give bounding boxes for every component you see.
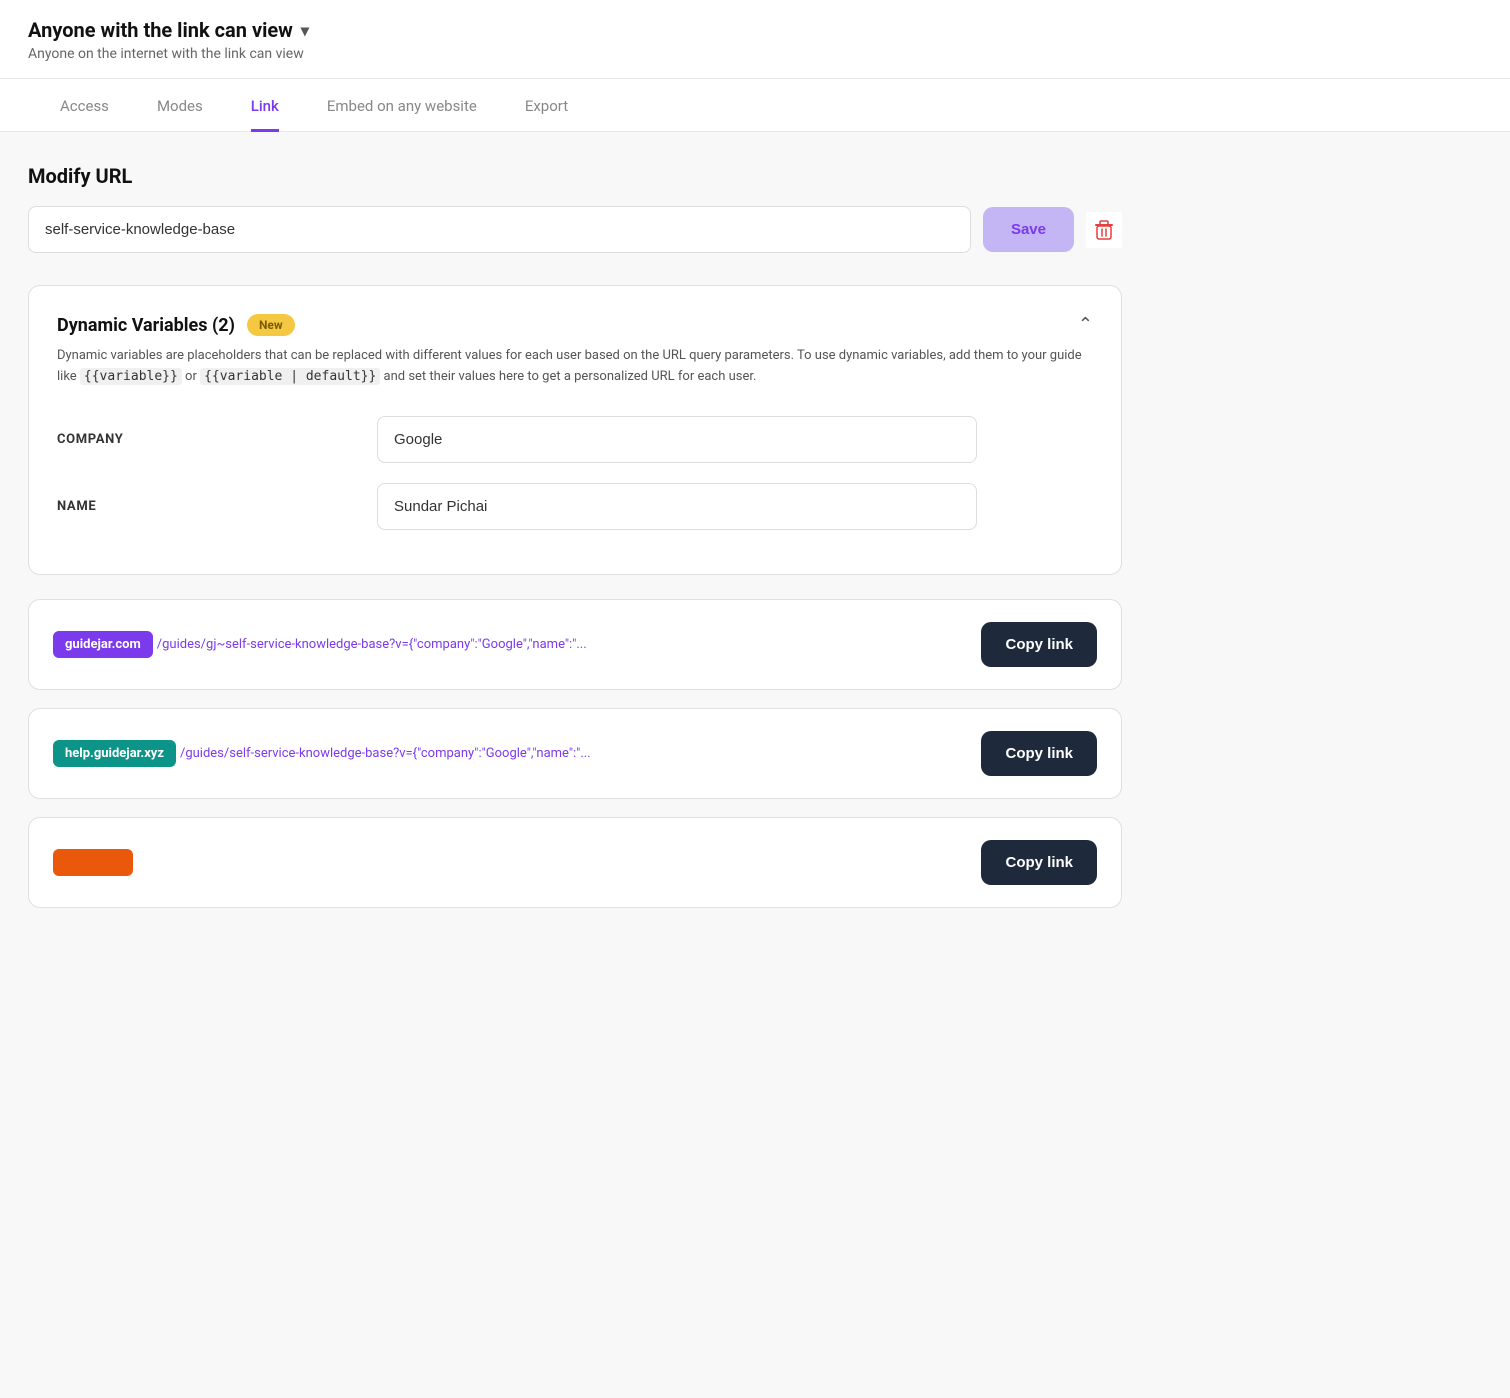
access-subtitle: Anyone on the internet with the link can… [28,46,1482,62]
variable-input-name[interactable] [377,483,977,530]
link-path-guidejar: /guides/gj~self-service-knowledge-base?v… [157,637,587,652]
tab-access[interactable]: Access [60,79,109,132]
tab-export[interactable]: Export [525,79,568,132]
code2: {{variable | default}} [200,368,380,385]
copy-link-button-custom[interactable]: Copy link [981,840,1097,885]
dv-title: Dynamic Variables (2) [57,315,235,336]
dv-title-row: Dynamic Variables (2) New [57,314,295,336]
variable-input-company[interactable] [377,416,977,463]
variable-label-name: NAME [57,499,377,514]
link-card-guidejar: guidejar.com /guides/gj~self-service-kno… [28,599,1122,690]
url-input[interactable] [28,206,971,253]
domain-badge-guidejar: guidejar.com [53,631,153,658]
new-badge: New [247,314,295,336]
desc-middle: or [182,369,200,384]
chevron-down-icon[interactable]: ▾ [301,21,309,40]
dv-header: Dynamic Variables (2) New ⌃ [57,314,1093,336]
variable-row-company: COMPANY [57,416,1093,463]
link-card-xyz: help.guidejar.xyz /guides/self-service-k… [28,708,1122,799]
link-card-custom: Copy link [28,817,1122,908]
link-left-xyz: help.guidejar.xyz /guides/self-service-k… [53,740,965,767]
copy-link-button-xyz[interactable]: Copy link [981,731,1097,776]
tabs-bar: Access Modes Link Embed on any website E… [0,79,1510,132]
main-content: Modify URL Save Dynamic Variables (2) Ne… [0,132,1150,958]
dynamic-variables-card: Dynamic Variables (2) New ⌃ Dynamic vari… [28,285,1122,575]
collapse-button[interactable]: ⌃ [1078,314,1093,335]
tab-modes[interactable]: Modes [157,79,203,132]
trash-icon [1092,218,1116,242]
domain-badge-custom [53,849,133,876]
modify-url-title: Modify URL [28,164,1122,188]
link-path-xyz: /guides/self-service-knowledge-base?v={"… [180,746,591,761]
delete-button[interactable] [1086,212,1122,248]
tab-embed[interactable]: Embed on any website [327,79,477,132]
variable-label-company: COMPANY [57,432,377,447]
code1: {{variable}} [80,368,182,385]
desc-suffix: and set their values here to get a perso… [380,369,756,384]
top-bar: Anyone with the link can view ▾ Anyone o… [0,0,1510,79]
variable-row-name: NAME [57,483,1093,530]
tab-link[interactable]: Link [251,79,279,132]
title-text: Anyone with the link can view [28,18,293,42]
copy-link-button-guidejar[interactable]: Copy link [981,622,1097,667]
dv-description: Dynamic variables are placeholders that … [57,346,1093,388]
save-button[interactable]: Save [983,207,1074,252]
domain-badge-xyz: help.guidejar.xyz [53,740,176,767]
access-title: Anyone with the link can view ▾ [28,18,1482,42]
url-row: Save [28,206,1122,253]
link-left-custom [53,849,965,876]
link-left-guidejar: guidejar.com /guides/gj~self-service-kno… [53,631,965,658]
